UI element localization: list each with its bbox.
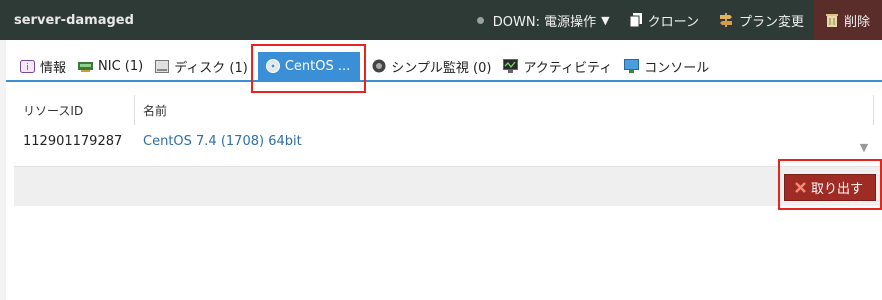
table-header: リソースID 名前 bbox=[14, 92, 874, 128]
column-header-resource-id[interactable]: リソースID bbox=[14, 95, 135, 125]
cell-name-link[interactable]: CentOS 7.4 (1708) 64bit bbox=[135, 134, 854, 149]
cdrom-icon bbox=[265, 59, 280, 73]
tab-cdrom-label: CentOS ... bbox=[284, 58, 351, 74]
delete-label: 削除 bbox=[843, 14, 870, 30]
tab-disk[interactable]: ディスク (1) bbox=[149, 52, 254, 80]
monitor-icon bbox=[372, 59, 386, 73]
tab-simple-monitor-label: シンプル監視 (0) bbox=[391, 60, 492, 76]
tab-cdrom[interactable]: CentOS ... bbox=[257, 52, 361, 80]
cdrom-table: リソースID 名前 112901179287 CentOS 7.4 (1708)… bbox=[14, 92, 874, 154]
server-name: server-damaged bbox=[14, 12, 134, 28]
eject-button[interactable]: 取り出す bbox=[783, 174, 876, 201]
activity-icon bbox=[503, 59, 519, 73]
tab-info-label: 情報 bbox=[40, 60, 67, 76]
caret-down-icon: ▼ bbox=[601, 13, 610, 27]
tab-bar: i 情報 NIC (1) ディスク (1) CentOS ... シンプル監視 … bbox=[6, 52, 882, 82]
top-bar: server-damaged DOWN: 電源操作 ▼ クローン プラン変更 削… bbox=[0, 0, 882, 40]
tab-activity[interactable]: アクティビティ bbox=[497, 52, 618, 80]
signpost-icon bbox=[719, 13, 733, 27]
expand-arrow-icon[interactable]: ▼ bbox=[854, 129, 874, 154]
tab-activity-label: アクティビティ bbox=[523, 60, 613, 76]
copy-icon bbox=[629, 13, 642, 27]
plan-change-label: プラン変更 bbox=[738, 14, 804, 30]
console-icon bbox=[624, 59, 640, 73]
eject-label: 取り出す bbox=[810, 182, 863, 197]
clone-button[interactable]: クローン bbox=[620, 0, 709, 40]
tab-console[interactable]: コンソール bbox=[618, 52, 715, 80]
action-footer: 取り出す bbox=[14, 166, 882, 206]
tab-disk-label: ディスク (1) bbox=[174, 60, 248, 76]
tab-nic[interactable]: NIC (1) bbox=[72, 52, 149, 80]
tab-console-label: コンソール bbox=[644, 60, 710, 76]
info-icon: i bbox=[20, 59, 35, 73]
eject-x-icon bbox=[795, 182, 806, 193]
status-dot-icon bbox=[476, 16, 484, 24]
power-menu-button[interactable]: DOWN: 電源操作 ▼ bbox=[467, 0, 620, 40]
detail-panel: i 情報 NIC (1) ディスク (1) CentOS ... シンプル監視 … bbox=[6, 40, 882, 300]
tab-simple-monitor[interactable]: シンプル監視 (0) bbox=[366, 52, 497, 80]
tab-info[interactable]: i 情報 bbox=[14, 52, 72, 80]
svg-text:i: i bbox=[26, 63, 29, 73]
plan-change-button[interactable]: プラン変更 bbox=[709, 0, 814, 40]
disk-icon bbox=[155, 59, 170, 73]
status-label: DOWN: 電源操作 bbox=[492, 14, 597, 30]
clone-label: クローン bbox=[647, 14, 699, 30]
cell-resource-id: 112901179287 bbox=[23, 133, 123, 149]
trash-icon bbox=[825, 13, 838, 27]
column-header-name[interactable]: 名前 bbox=[135, 95, 874, 125]
tab-nic-label: NIC (1) bbox=[98, 58, 144, 74]
table-row[interactable]: 112901179287 CentOS 7.4 (1708) 64bit ▼ bbox=[14, 128, 874, 154]
delete-button[interactable]: 削除 bbox=[813, 0, 882, 40]
nic-icon bbox=[78, 61, 94, 72]
